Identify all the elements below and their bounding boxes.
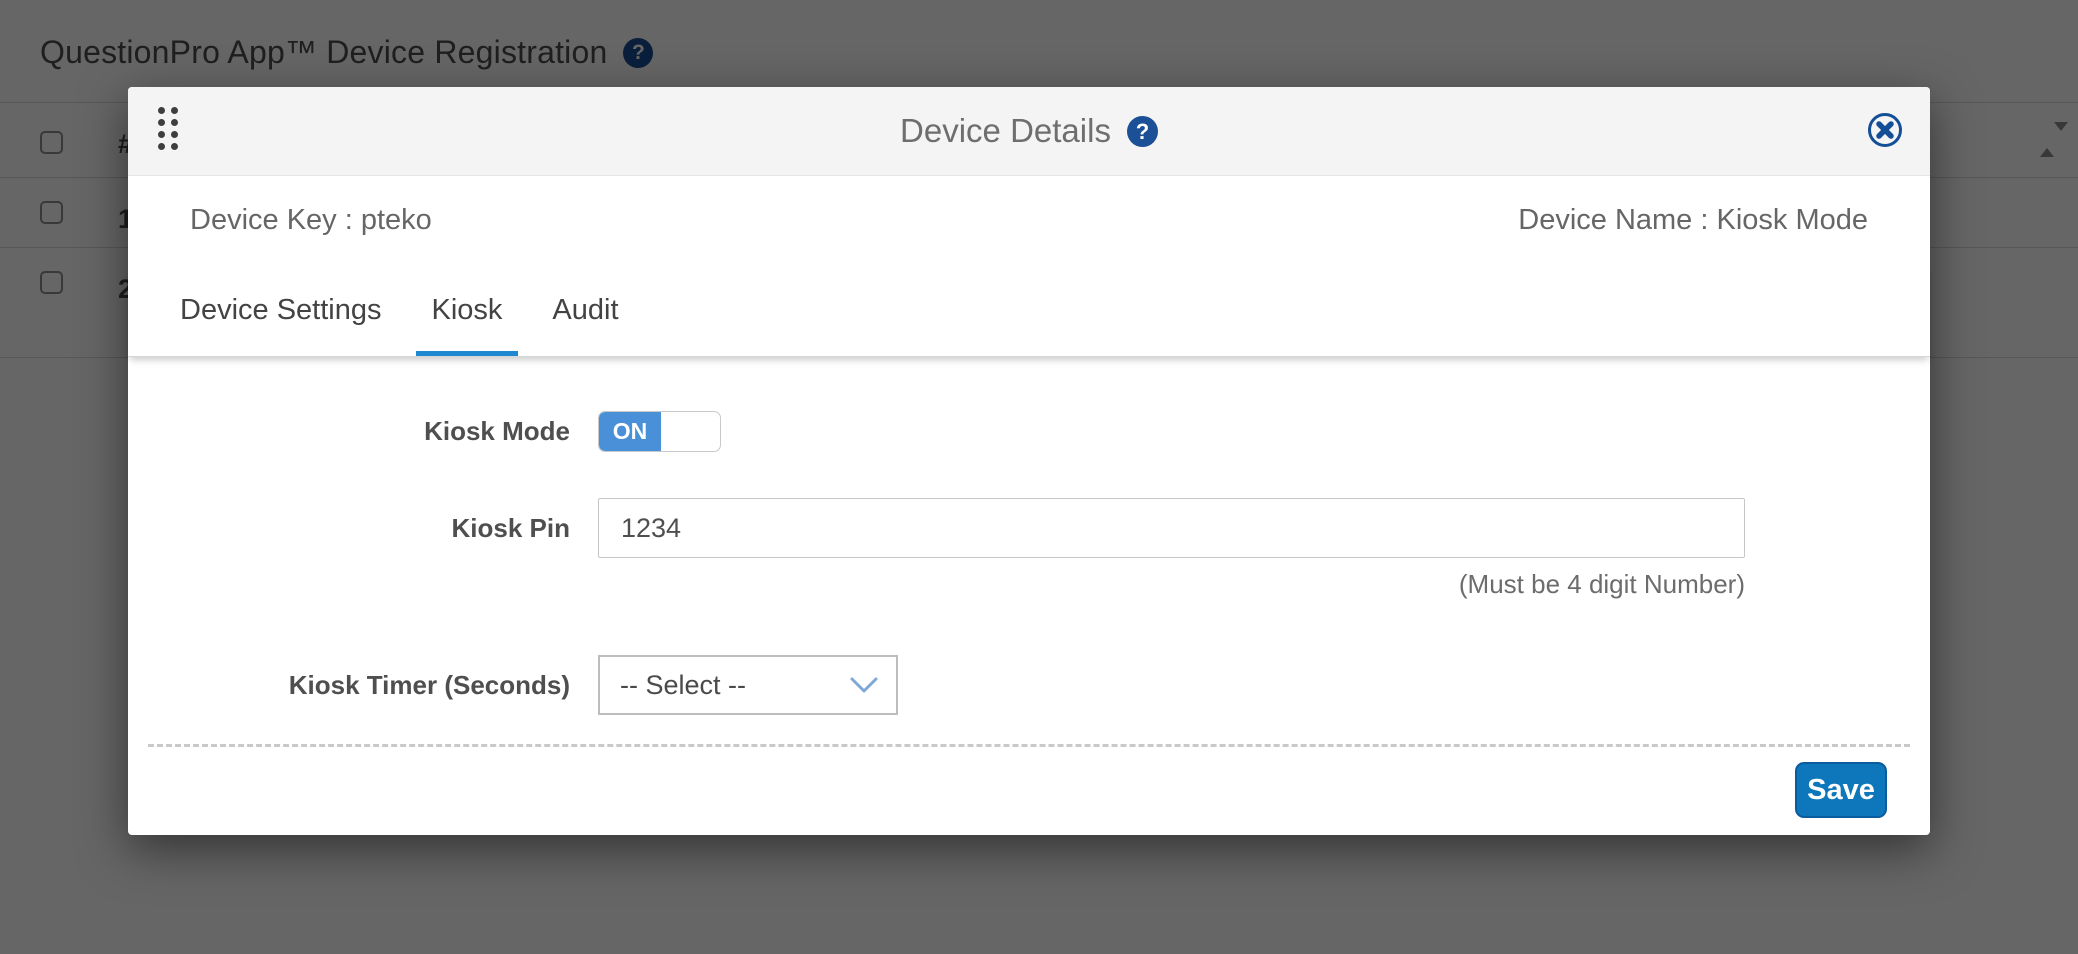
kiosk-tab-panel: Kiosk Mode ON Kiosk Pin (Must be 4 digit…: [128, 357, 1930, 835]
tab-audit[interactable]: Audit: [536, 265, 634, 356]
modal-tabs: Device Settings Kiosk Audit: [128, 265, 1930, 357]
kiosk-pin-hint: (Must be 4 digit Number): [1459, 569, 1745, 600]
device-meta-row: Device Key : pteko Device Name : Kiosk M…: [128, 176, 1930, 265]
kiosk-timer-label: Kiosk Timer (Seconds): [128, 655, 570, 715]
tab-kiosk[interactable]: Kiosk: [416, 265, 519, 356]
tab-device-settings[interactable]: Device Settings: [164, 265, 398, 356]
footer-divider: [148, 744, 1910, 747]
chevron-down-icon: [850, 677, 878, 694]
toggle-on-state: ON: [599, 412, 661, 451]
device-name-label: Device Name : Kiosk Mode: [1518, 204, 1868, 237]
save-button[interactable]: Save: [1795, 762, 1887, 818]
kiosk-mode-toggle[interactable]: ON: [598, 411, 721, 452]
modal-header: Device Details ?: [128, 87, 1930, 176]
drag-handle-icon[interactable]: [158, 107, 178, 150]
modal-title-text: Device Details: [900, 112, 1111, 150]
kiosk-pin-input[interactable]: [598, 498, 1745, 558]
close-icon[interactable]: [1866, 111, 1904, 149]
kiosk-timer-selected-value: -- Select --: [620, 670, 746, 701]
help-icon[interactable]: ?: [1127, 116, 1158, 147]
kiosk-pin-label: Kiosk Pin: [128, 498, 570, 558]
kiosk-timer-select[interactable]: -- Select --: [598, 655, 898, 715]
screen: QuestionPro App™ Device Registration ? #…: [0, 0, 2078, 954]
modal-title: Device Details ?: [900, 112, 1158, 150]
device-details-modal: Device Details ? Device Key : pteko Devi…: [128, 87, 1930, 835]
device-key-label: Device Key : pteko: [190, 204, 432, 237]
kiosk-mode-label: Kiosk Mode: [128, 411, 570, 452]
